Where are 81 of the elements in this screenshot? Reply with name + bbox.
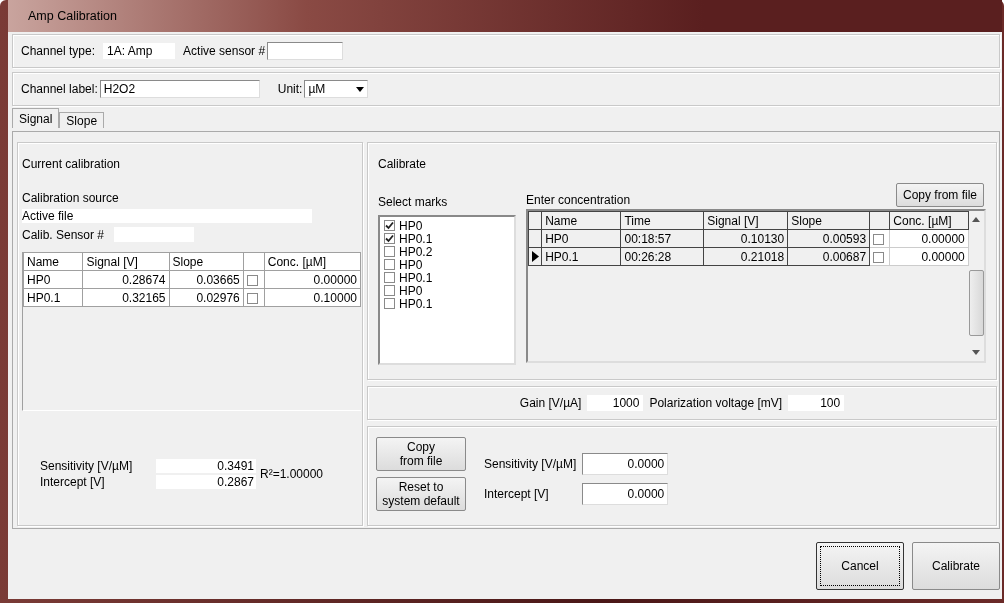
checkbox[interactable] (384, 272, 395, 283)
checkbox[interactable] (384, 285, 395, 296)
table-cell: HP0.1 (541, 247, 621, 266)
mark-label[interactable]: HP0 (399, 257, 423, 272)
list-label: Select marks (378, 195, 449, 209)
dialog-button[interactable]: Calibrate (912, 542, 1000, 590)
field-label: Calibration source (22, 191, 120, 205)
table-cell: 0.02976 (169, 288, 244, 307)
table-cell: 0.00687 (787, 247, 870, 266)
checkbox[interactable] (384, 259, 395, 270)
field-label: Active sensor # (183, 44, 266, 58)
checkbox[interactable] (246, 292, 258, 304)
field-label: Unit: (277, 82, 303, 96)
dropdown-arrow-icon (356, 86, 365, 92)
mark-label[interactable]: HP0.1 (399, 231, 433, 246)
field-label: Polarization voltage [mV] (649, 396, 783, 410)
table-cell: 0.00593 (787, 229, 870, 248)
reset-default-button[interactable]: Reset to system default (376, 477, 466, 511)
mark-label[interactable]: HP0 (399, 283, 423, 298)
unit-dropdown[interactable]: µM (304, 80, 369, 98)
checkbox[interactable] (384, 246, 395, 257)
window-title: Amp Calibration (8, 0, 1002, 32)
column-header: Slope (787, 211, 870, 230)
scroll-down-icon[interactable] (972, 350, 981, 355)
field-label: Channel type: (21, 44, 96, 58)
field-label: Intercept [V] (40, 475, 106, 489)
mark-label[interactable]: HP0.1 (399, 270, 433, 285)
table-cell: HP0 (23, 270, 83, 289)
checkbox[interactable] (384, 233, 395, 244)
field-label: Sensitivity [V/µM] (484, 457, 577, 471)
list-label: Enter concentration (526, 193, 631, 207)
table-cell: 0.21018 (703, 247, 788, 266)
table-cell: 00:18:57 (620, 229, 704, 248)
copy-from-file-button[interactable]: Copy from file (376, 437, 466, 471)
table-cell: 0.10000 (264, 288, 361, 307)
checkbox[interactable] (384, 298, 395, 309)
tab[interactable]: Slope (59, 112, 105, 128)
mark-label[interactable]: HP0.1 (399, 296, 433, 311)
r-squared-text: R²=1.00000 (260, 467, 325, 481)
checkbox[interactable] (873, 251, 885, 263)
checkbox[interactable] (384, 220, 395, 231)
column-header: Slope (169, 252, 244, 271)
table-cell: HP0.1 (23, 288, 83, 307)
input-field[interactable]: H2O2 (99, 80, 260, 98)
input-field[interactable] (267, 42, 344, 60)
copy-from-file-button[interactable]: Copy from file (895, 183, 984, 207)
table-cell: 0.32165 (83, 288, 169, 307)
column-header: Name (23, 252, 83, 271)
table-cell: 0.00000 (264, 270, 361, 289)
polarization-value: 100 (788, 395, 845, 411)
table-cell: HP0 (541, 229, 621, 248)
input-field[interactable]: 0.0000 (582, 453, 669, 475)
field-label: Intercept [V] (484, 487, 550, 501)
scroll-up-icon[interactable] (972, 217, 981, 222)
checkbox[interactable] (246, 274, 258, 286)
column-header: Conc. [µM] (264, 252, 361, 271)
table-cell: 0.10130 (703, 229, 788, 248)
checkbox[interactable] (873, 233, 885, 245)
table-cell: 0.28674 (83, 270, 169, 289)
channel-type-value: 1A: Amp (103, 43, 176, 59)
group-title: Calibrate (378, 157, 428, 171)
source-value: Active file (22, 209, 312, 223)
mark-label[interactable]: HP0.2 (399, 244, 433, 259)
gain-value: 1000 (587, 395, 644, 411)
column-header: Signal [V] (703, 211, 788, 230)
sensitivity-value: 0.3491 (156, 459, 256, 473)
column-header: Conc. [µM] (889, 211, 969, 230)
field-label: Gain [V/µA] (519, 396, 582, 410)
table-cell: 00:26:28 (620, 247, 704, 266)
column-header: Signal [V] (83, 252, 169, 271)
mark-label[interactable]: HP0 (399, 218, 423, 233)
intercept-value: 0.2867 (156, 475, 256, 489)
column-header: Name (541, 211, 621, 230)
field-label: Sensitivity [V/µM] (40, 459, 134, 473)
field-label: Calib. Sensor # (22, 227, 105, 242)
field-label: Channel label: (21, 82, 98, 96)
group-title: Current calibration (22, 157, 122, 171)
table-cell: 0.03665 (169, 270, 244, 289)
dialog-button[interactable]: Cancel (816, 542, 904, 590)
input-field[interactable]: 0.0000 (582, 483, 669, 505)
column-header: Time (620, 211, 704, 230)
